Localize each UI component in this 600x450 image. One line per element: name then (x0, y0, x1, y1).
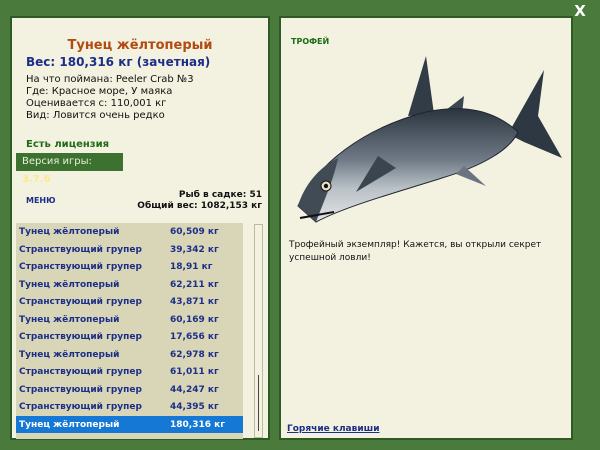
value-info: Оценивается с: 110,001 кг (26, 98, 167, 109)
catch-fish-name: Тунец жёлтоперый (19, 349, 120, 360)
catch-fish-weight: 62,211 кг (170, 279, 219, 290)
version-badge: Версия игры: 3.7.6 (16, 153, 123, 185)
catch-list-row[interactable]: Странствующий групер 43,871 кг (16, 293, 243, 311)
catch-fish-weight: 60,509 кг (170, 227, 219, 237)
fish-info-panel: Тунец жёлтоперый Вес: 180,316 кг (зачетн… (10, 16, 270, 440)
catch-fish-weight: 44,247 кг (170, 384, 219, 395)
catch-list: Тунец жёлтоперый 60,509 кг Странствующий г… (16, 223, 243, 439)
rarity-info: Вид: Ловится очень редко (26, 110, 165, 121)
catch-list-scrollbar[interactable] (254, 224, 263, 438)
catch-fish-name: Странствующий групер (19, 262, 142, 272)
hotkeys-link[interactable]: Горячие клавиши (287, 424, 380, 434)
catch-fish-weight: 180,316 кг (170, 419, 225, 430)
catch-list-row[interactable]: Тунец жёлтоперый 60,169 кг (16, 311, 243, 329)
catch-fish-name: Тунец жёлтоперый (19, 419, 120, 430)
catch-list-row[interactable]: Тунец жёлтоперый 60,509 кг (16, 223, 243, 241)
catch-fish-name: Странствующий групер (19, 297, 142, 307)
fish-count: Рыб в садке: 51 (178, 190, 262, 200)
catch-stats: Рыб в садке: 51 Общий вес: 1082,153 кг (137, 190, 262, 212)
trophy-message: Трофейный экземпляр! Кажется, вы открыли… (289, 240, 542, 263)
catch-fish-weight: 60,169 кг (170, 314, 219, 325)
catch-fish-name: Странствующий групер (19, 384, 142, 395)
catch-fish-name: Странствующий групер (19, 244, 142, 255)
catch-list-row[interactable]: Странствующий групер 18,91 кг (16, 258, 243, 276)
menu-button[interactable]: МЕНЮ (26, 196, 56, 205)
catch-fish-name: Тунец жёлтоперый (19, 314, 120, 325)
catch-list-row[interactable]: Странствующий групер 61,011 кг (16, 363, 243, 381)
total-weight: Общий вес: 1082,153 кг (137, 201, 262, 211)
license-status: Есть лицензия (26, 139, 110, 150)
fish-weight: Вес: 180,316 кг (зачетная) (26, 55, 211, 69)
catch-list-row[interactable]: Странствующий групер 39,342 кг (16, 241, 243, 259)
catch-list-row[interactable]: Тунец жёлтоперый 62,211 кг (16, 276, 243, 294)
catch-fish-weight: 44,395 кг (170, 402, 219, 412)
close-button[interactable]: X (572, 3, 588, 19)
trophy-panel: ТРОФЕЙ Трофейный экземпляр! Кажется, вы … (279, 16, 573, 440)
catch-fish-name: Тунец жёлтоперый (19, 279, 120, 290)
trophy-label: ТРОФЕЙ (291, 37, 330, 46)
catch-fish-weight: 61,011 кг (170, 367, 219, 377)
location-info: Где: Красное море, У маяка (26, 86, 173, 97)
catch-list-row[interactable]: Странствующий групер 44,247 кг (16, 381, 243, 399)
catch-fish-weight: 43,871 кг (170, 297, 219, 307)
bait-info: На что поймана: Peeler Crab №3 (26, 74, 194, 85)
version-label: Версия игры: (22, 156, 92, 167)
catch-fish-name: Странствующий групер (19, 367, 142, 377)
tuna-fish-image (297, 56, 562, 223)
catch-list-row[interactable]: Тунец жёлтоперый 62,978 кг (16, 346, 243, 364)
catch-fish-name: Странствующий групер (19, 402, 142, 412)
fish-title: Тунец жёлтоперый (67, 38, 213, 53)
catch-fish-name: Странствующий групер (19, 332, 142, 342)
catch-fish-weight: 62,978 кг (170, 349, 219, 360)
catch-list-row[interactable]: Странствующий групер 17,656 кг (16, 328, 243, 346)
catch-fish-name: Тунец жёлтоперый (19, 227, 120, 237)
version-value: 3.7.6 (22, 174, 51, 185)
catch-fish-weight: 18,91 кг (170, 262, 213, 272)
catch-list-row[interactable]: Тунец жёлтоперый 180,316 кг (16, 415, 243, 433)
catch-list-row[interactable]: Странствующий групер 44,395 кг (16, 398, 243, 416)
catch-fish-weight: 17,656 кг (170, 332, 219, 342)
scrollbar-thumb[interactable] (258, 375, 259, 431)
catch-fish-weight: 39,342 кг (170, 244, 219, 255)
